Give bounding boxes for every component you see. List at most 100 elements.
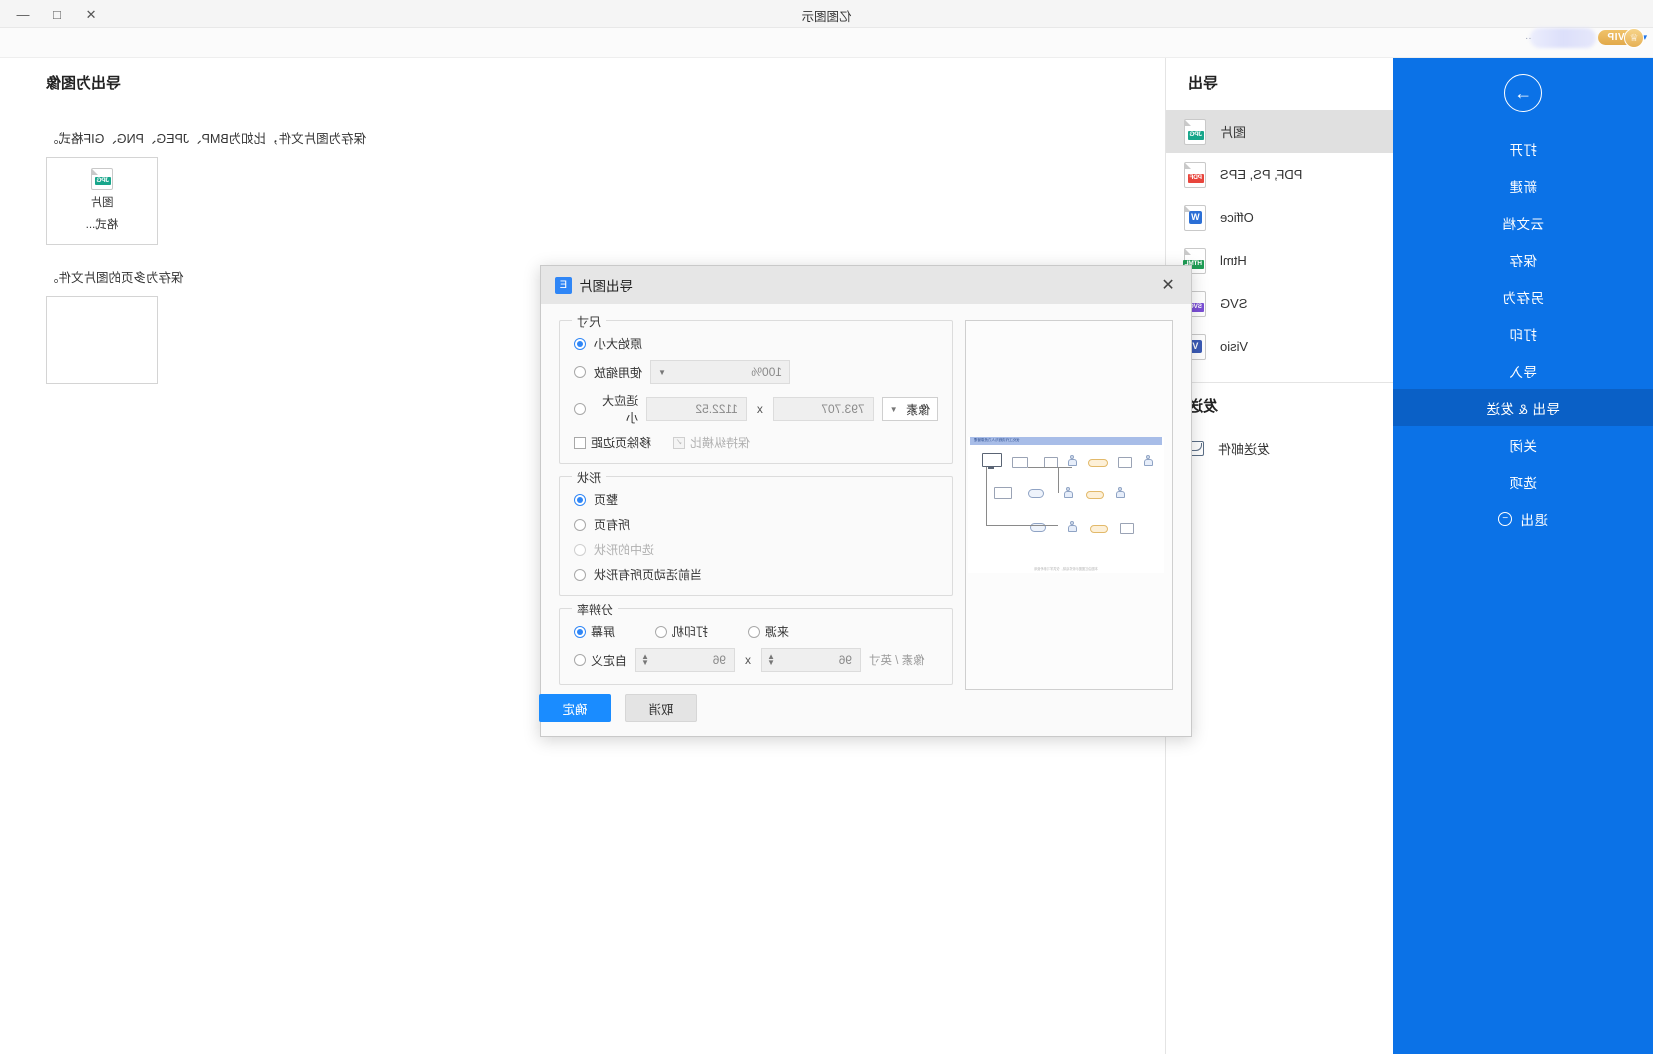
label-custom: 自定义 bbox=[591, 653, 628, 668]
thumbnail-node bbox=[1120, 523, 1134, 534]
shape-option-all-pages-row[interactable]: 所有页 bbox=[574, 516, 938, 533]
size-legend: 尺寸 bbox=[572, 313, 607, 330]
radio-screen[interactable] bbox=[574, 625, 586, 638]
person-icon bbox=[1064, 487, 1073, 498]
radio-source[interactable] bbox=[748, 625, 761, 638]
label-keep-aspect-ratio: 保持纵横比 bbox=[690, 436, 751, 450]
thumbnail-node bbox=[994, 487, 1012, 499]
dpi-x-value: 96 bbox=[712, 653, 727, 667]
stepper-arrows-icon[interactable]: ▲ ▼ bbox=[767, 652, 775, 667]
ok-button[interactable]: 确定 bbox=[539, 694, 611, 722]
width-value: 1122.52 bbox=[695, 402, 738, 416]
shape-fieldset: 形状 整页 所有页 选中的形状 当前活动页所有形状 bbox=[559, 469, 954, 596]
radio-all-pages[interactable] bbox=[574, 518, 586, 531]
width-input[interactable]: 1122.52 bbox=[646, 397, 747, 421]
diagram-thumbnail: 优化工作流程与人力资源管理 本图由亿图图示软件绘制，仅供学习参考使用 bbox=[968, 437, 1164, 573]
connector bbox=[986, 525, 1058, 526]
dpi-x-stepper[interactable]: ▲ ▼ 96 bbox=[635, 648, 736, 672]
thumbnail-pill bbox=[1090, 525, 1108, 533]
label-whole-page: 整页 bbox=[594, 493, 619, 507]
connector bbox=[986, 467, 987, 525]
label-original-size: 原始大小 bbox=[594, 337, 643, 351]
label-use-scale: 使用缩放 bbox=[594, 365, 643, 380]
resolution-custom-group[interactable]: 自定义 bbox=[574, 652, 627, 669]
shape-option-selected-shapes-row: 选中的形状 bbox=[574, 541, 938, 558]
dpi-unit-note: 像素 / 英寸 bbox=[869, 655, 925, 667]
size-checkbox-row: 移除页边距 ✓ 保持纵横比 bbox=[574, 434, 938, 451]
label-source: 来源 bbox=[765, 625, 790, 639]
radio-whole-page[interactable] bbox=[574, 493, 586, 506]
dialog-header: 导出图片 E ✕ bbox=[541, 266, 1191, 304]
dimension-separator: x bbox=[756, 402, 763, 416]
thumbnail-banner-caption: 优化工作流程与人力资源管理 bbox=[974, 438, 1020, 442]
app-window: 亿图图示 ✕ □ — ▾ ♕ VIP ·· → 打开 新建 云文档 保存 另存为… bbox=[0, 0, 1653, 1054]
dialog-body: 尺寸 原始大小 使用缩放 ▼ 100% 适应大小 1122.52 x 793.7… bbox=[541, 304, 1191, 697]
connector bbox=[1028, 467, 1072, 468]
person-icon bbox=[1068, 455, 1077, 466]
remove-margin-group[interactable]: 移除页边距 bbox=[574, 434, 651, 451]
resolution-printer-group[interactable]: 打印机 bbox=[655, 623, 708, 640]
connector bbox=[1058, 467, 1059, 493]
height-input[interactable]: 793.707 bbox=[772, 397, 874, 421]
shape-legend: 形状 bbox=[572, 469, 607, 486]
cancel-button[interactable]: 取消 bbox=[625, 694, 697, 722]
export-image-dialog: 导出图片 E ✕ 尺寸 原始大小 使用缩放 ▼ 100% 适应大小 1122.5… bbox=[539, 265, 1192, 737]
thumbnail-pill bbox=[1088, 459, 1108, 467]
stepper-arrows-icon[interactable]: ▲ ▼ bbox=[641, 652, 649, 667]
modal-overlay: 导出图片 E ✕ 尺寸 原始大小 使用缩放 ▼ 100% 适应大小 1122.5… bbox=[0, 0, 1653, 1054]
dialog-footer: 确定 取消 bbox=[539, 680, 1191, 736]
radio-selected-shapes bbox=[574, 543, 586, 556]
unit-combo[interactable]: ▼ 像素 bbox=[881, 397, 939, 421]
monitor-icon bbox=[982, 453, 1002, 467]
unit-value: 像素 bbox=[906, 402, 931, 417]
thumbnail-footer-caption: 本图由亿图图示软件绘制，仅供学习参考使用 bbox=[1034, 567, 1098, 571]
thumbnail-node bbox=[1012, 457, 1028, 468]
size-option-fit-row[interactable]: 适应大小 1122.52 x 793.707 ▼ 像素 bbox=[574, 392, 939, 426]
person-icon bbox=[1144, 455, 1153, 466]
checkbox-keep-aspect-ratio[interactable]: ✓ bbox=[673, 436, 686, 449]
label-printer: 打印机 bbox=[672, 625, 709, 639]
size-fieldset: 尺寸 原始大小 使用缩放 ▼ 100% 适应大小 1122.52 x 793.7… bbox=[559, 313, 954, 464]
radio-use-scale[interactable] bbox=[574, 366, 586, 378]
dialog-options: 尺寸 原始大小 使用缩放 ▼ 100% 适应大小 1122.52 x 793.7… bbox=[559, 313, 954, 697]
radio-custom[interactable] bbox=[574, 654, 586, 666]
radio-printer[interactable] bbox=[655, 625, 668, 638]
checkbox-remove-page-margin[interactable] bbox=[574, 436, 586, 449]
label-fit-size: 适应大小 bbox=[602, 394, 639, 425]
preview-pane: 优化工作流程与人力资源管理 本图由亿图图示软件绘制，仅供学习参考使用 bbox=[965, 320, 1173, 690]
label-all-pages: 所有页 bbox=[594, 518, 631, 532]
thumbnail-pill bbox=[1086, 491, 1104, 499]
dpi-y-value: 96 bbox=[838, 653, 853, 667]
resolution-legend: 分辨率 bbox=[572, 601, 619, 618]
cloud-icon bbox=[1028, 489, 1044, 498]
radio-fit-size[interactable] bbox=[574, 403, 586, 415]
label-remove-page-margin: 移除页边距 bbox=[591, 436, 652, 450]
label-selected-shapes: 选中的形状 bbox=[594, 543, 655, 557]
keep-ratio-group[interactable]: ✓ 保持纵横比 bbox=[673, 434, 750, 451]
shape-option-whole-page-row[interactable]: 整页 bbox=[574, 491, 938, 508]
chevron-down-icon: ▼ bbox=[889, 404, 898, 414]
app-logo-icon: E bbox=[555, 276, 572, 294]
dpi-separator: x bbox=[745, 653, 752, 667]
height-value: 793.707 bbox=[821, 402, 865, 416]
resolution-options-row: 屏幕 打印机 来源 bbox=[574, 623, 938, 640]
resolution-screen-group[interactable]: 屏幕 bbox=[574, 623, 615, 640]
resolution-source-group[interactable]: 来源 bbox=[748, 623, 789, 640]
chevron-down-icon: ▼ bbox=[658, 367, 666, 377]
radio-active-page-shapes[interactable] bbox=[574, 568, 586, 581]
radio-original-size[interactable] bbox=[574, 337, 586, 350]
resolution-fieldset: 分辨率 屏幕 打印机 来源 自定义 ▲ ▼ 96 x ▲ ▼ 96 像素 / 英… bbox=[559, 601, 954, 685]
scale-value: 100% bbox=[751, 365, 783, 379]
thumbnail-node bbox=[1118, 457, 1132, 468]
size-option-original-row[interactable]: 原始大小 bbox=[574, 335, 938, 352]
size-option-scale-row[interactable]: 使用缩放 ▼ 100% bbox=[574, 360, 938, 384]
label-active-page-shapes: 当前活动页所有形状 bbox=[594, 568, 703, 582]
label-screen: 屏幕 bbox=[591, 625, 616, 639]
dpi-y-stepper[interactable]: ▲ ▼ 96 bbox=[761, 648, 862, 672]
scale-combo[interactable]: ▼ 100% bbox=[650, 360, 791, 384]
dialog-buttons: 确定 取消 bbox=[539, 694, 697, 722]
dialog-title: 导出图片 bbox=[579, 279, 633, 294]
dialog-close-icon[interactable]: ✕ bbox=[1159, 276, 1177, 294]
shape-option-active-page-shapes-row[interactable]: 当前活动页所有形状 bbox=[574, 566, 938, 583]
person-icon bbox=[1068, 521, 1077, 532]
